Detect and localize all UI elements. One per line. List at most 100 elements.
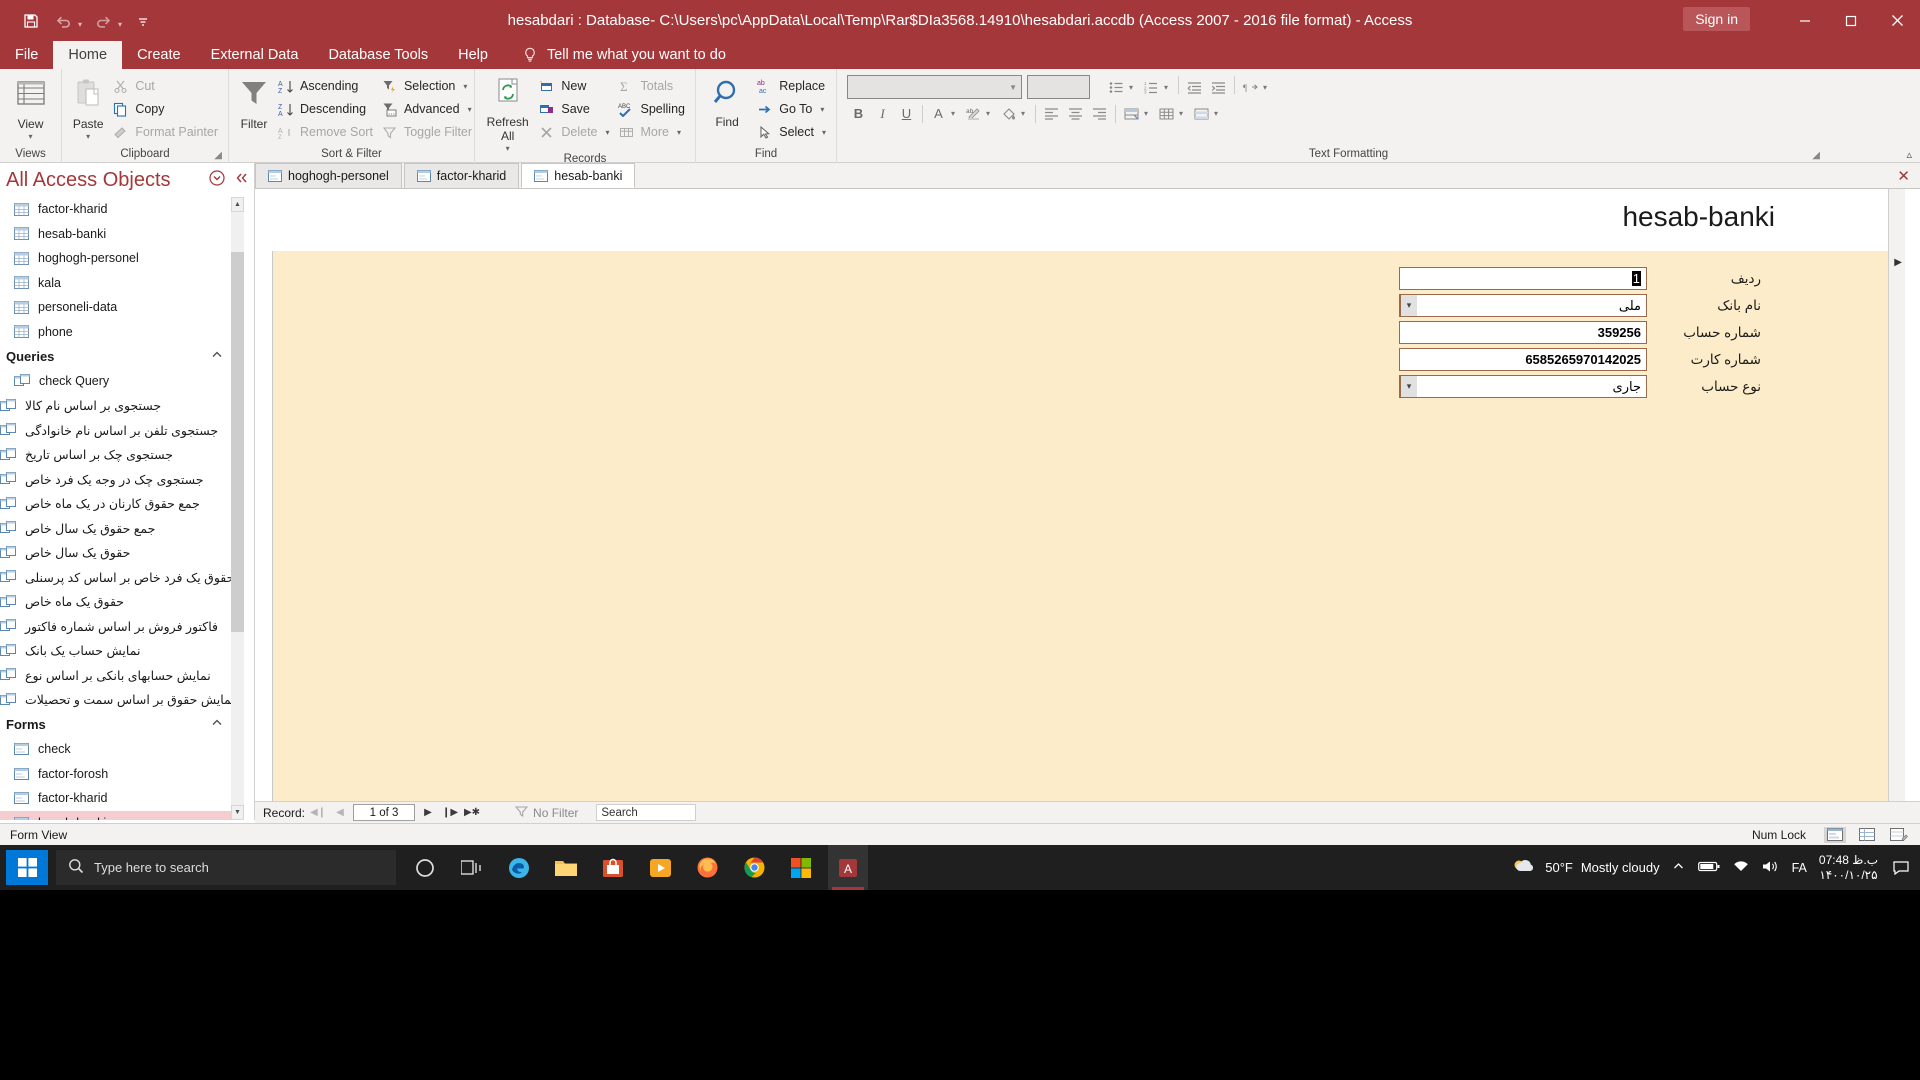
nav-item-query[interactable]: نمایش حساب یک بانک xyxy=(0,639,233,664)
tab-create[interactable]: Create xyxy=(122,41,196,69)
field-input-account-number[interactable]: 359256 xyxy=(1399,321,1647,344)
clipboard-dialog-launcher[interactable]: ◢ xyxy=(214,150,222,161)
firefox-icon[interactable] xyxy=(687,845,727,890)
chrome-icon[interactable] xyxy=(734,845,774,890)
scroll-up-arrow-icon[interactable]: ▲ xyxy=(231,197,244,212)
text-highlight-button[interactable]: ab xyxy=(962,102,985,125)
tab-home[interactable]: Home xyxy=(53,41,123,69)
new-record-button[interactable]: ▶✱ xyxy=(463,804,481,822)
weather-widget[interactable]: 50°F Mostly cloudy xyxy=(1511,857,1660,878)
next-record-button[interactable]: ▶ xyxy=(419,804,437,822)
scroll-down-arrow-icon[interactable]: ▼ xyxy=(231,805,244,820)
text-direction-dropdown-icon[interactable]: ▾ xyxy=(1263,76,1273,99)
chevron-down-icon[interactable]: ▾ xyxy=(1400,376,1417,397)
undo-icon[interactable] xyxy=(48,7,78,35)
more-button[interactable]: More ▾ xyxy=(614,121,689,143)
cortana-icon[interactable] xyxy=(405,845,445,890)
nav-item-query[interactable]: جستجوی چک بر اساس تاریخ xyxy=(0,443,233,468)
refresh-all-button[interactable]: Refresh All ▾ xyxy=(481,73,534,153)
action-center-icon[interactable] xyxy=(1890,845,1912,890)
access-icon[interactable]: A xyxy=(828,845,868,890)
background-color-dropdown-icon[interactable]: ▾ xyxy=(1021,109,1031,118)
form-right-scroll-strip[interactable] xyxy=(1888,189,1905,801)
close-document-button[interactable]: ✕ xyxy=(1897,167,1910,185)
nav-item-query[interactable]: نمایش حقوق بر اساس سمت و تحصیلات xyxy=(0,688,233,713)
office-icon[interactable] xyxy=(781,845,821,890)
text-formatting-dialog-launcher[interactable]: ◢ xyxy=(1812,150,1820,161)
background-color-button[interactable] xyxy=(997,102,1020,125)
chevron-down-icon[interactable]: ▾ xyxy=(1400,295,1417,316)
layout-view-button[interactable] xyxy=(1856,827,1878,843)
volume-icon[interactable] xyxy=(1762,860,1779,876)
bold-button[interactable]: B xyxy=(847,102,870,125)
minimize-button[interactable] xyxy=(1782,0,1828,41)
conditional-formatting-dropdown-icon[interactable]: ▾ xyxy=(1144,109,1154,118)
remove-sort-button[interactable]: AZ Remove Sort xyxy=(273,121,377,143)
gridlines-button[interactable] xyxy=(1155,102,1178,125)
nav-item-query[interactable]: check Query xyxy=(0,369,233,394)
cut-button[interactable]: Cut xyxy=(108,75,222,97)
nav-item-query[interactable]: فاکتور فروش بر اساس شماره فاکتور xyxy=(0,614,233,639)
underline-button[interactable]: U xyxy=(895,102,918,125)
paste-button[interactable]: Paste ▾ xyxy=(68,73,108,141)
bullets-dropdown-icon[interactable]: ▾ xyxy=(1129,76,1139,99)
nav-pane-scrollbar[interactable]: ▲ ▼ xyxy=(231,197,244,820)
nav-object-list[interactable]: factor-kharid hesab-banki hoghogh-person… xyxy=(0,197,233,820)
nav-item-form[interactable]: factor-forosh xyxy=(0,762,233,787)
nav-item-query[interactable]: جستجوی تلفن بر اساس نام خانوادگی xyxy=(0,418,233,443)
nav-item-form[interactable]: factor-kharid xyxy=(0,786,233,811)
font-color-button[interactable]: A xyxy=(927,102,950,125)
doc-tab-hoghogh-personel[interactable]: hoghogh-personel xyxy=(255,163,402,188)
record-position-box[interactable]: 1 of 3 xyxy=(353,804,416,821)
redo-icon[interactable] xyxy=(88,7,118,35)
sign-in-button[interactable]: Sign in xyxy=(1683,7,1750,31)
text-highlight-dropdown-icon[interactable]: ▾ xyxy=(986,109,996,118)
align-left-button[interactable] xyxy=(1040,102,1063,125)
nav-group-queries[interactable]: Queries xyxy=(0,344,233,369)
edge-icon[interactable] xyxy=(499,845,539,890)
gridlines-dropdown-icon[interactable]: ▾ xyxy=(1179,109,1189,118)
align-right-button[interactable] xyxy=(1088,102,1111,125)
nav-menu-dropdown-icon[interactable] xyxy=(209,169,225,191)
tab-database-tools[interactable]: Database Tools xyxy=(313,41,443,69)
nav-item-query[interactable]: حقوق یک فرد خاص بر اساس کد پرسنلی xyxy=(0,565,233,590)
filter-status[interactable]: No Filter xyxy=(514,805,578,820)
find-button[interactable]: Find xyxy=(702,73,752,130)
conditional-formatting-button[interactable] xyxy=(1120,102,1143,125)
nav-group-forms[interactable]: Forms xyxy=(0,712,233,737)
tab-help[interactable]: Help xyxy=(443,41,503,69)
collapse-ribbon-button[interactable]: ▵ xyxy=(1906,148,1912,161)
align-center-button[interactable] xyxy=(1064,102,1087,125)
expand-pane-arrow-icon[interactable]: ▶ xyxy=(1894,257,1902,268)
save-record-button[interactable]: Save xyxy=(534,98,613,120)
bullets-button[interactable] xyxy=(1105,76,1128,99)
save-icon[interactable] xyxy=(16,7,46,35)
numbering-dropdown-icon[interactable]: ▾ xyxy=(1164,76,1174,99)
alternate-fill-button[interactable] xyxy=(1190,102,1213,125)
last-record-button[interactable]: ❙▶ xyxy=(441,804,459,822)
search-input[interactable]: Search xyxy=(596,804,697,821)
field-input-radif[interactable]: 1 xyxy=(1399,267,1647,290)
nav-item-table[interactable]: personeli-data xyxy=(0,295,233,320)
nav-item-form[interactable]: check xyxy=(0,737,233,762)
field-combo-bank-name[interactable]: ▾ ملی xyxy=(1399,294,1647,317)
nav-item-query[interactable]: حقوق یک سال خاص xyxy=(0,541,233,566)
delete-record-button[interactable]: Delete ▾ xyxy=(534,121,613,143)
select-button[interactable]: Select ▾ xyxy=(752,121,830,143)
view-button[interactable]: View ▾ xyxy=(6,73,55,141)
battery-icon[interactable] xyxy=(1697,860,1720,876)
field-combo-account-type[interactable]: ▾ جاری xyxy=(1399,375,1647,398)
decrease-indent-button[interactable] xyxy=(1183,76,1206,99)
first-record-button[interactable]: ◀❙ xyxy=(309,804,327,822)
ascending-button[interactable]: AZ Ascending xyxy=(273,75,377,97)
nav-item-form-hesab-banki[interactable]: hesab-banki xyxy=(0,810,233,820)
doc-tab-hesab-banki[interactable]: hesab-banki xyxy=(521,163,636,188)
advanced-button[interactable]: Advanced ▾ xyxy=(377,98,476,120)
totals-button[interactable]: Σ Totals xyxy=(614,75,689,97)
selection-button[interactable]: Selection ▾ xyxy=(377,75,476,97)
collapse-nav-pane-icon[interactable] xyxy=(234,171,248,190)
font-name-combo[interactable]: ▼ xyxy=(847,75,1022,99)
file-explorer-icon[interactable] xyxy=(546,845,586,890)
replace-button[interactable]: ab ac Replace xyxy=(752,75,830,97)
font-size-combo[interactable] xyxy=(1027,75,1090,99)
